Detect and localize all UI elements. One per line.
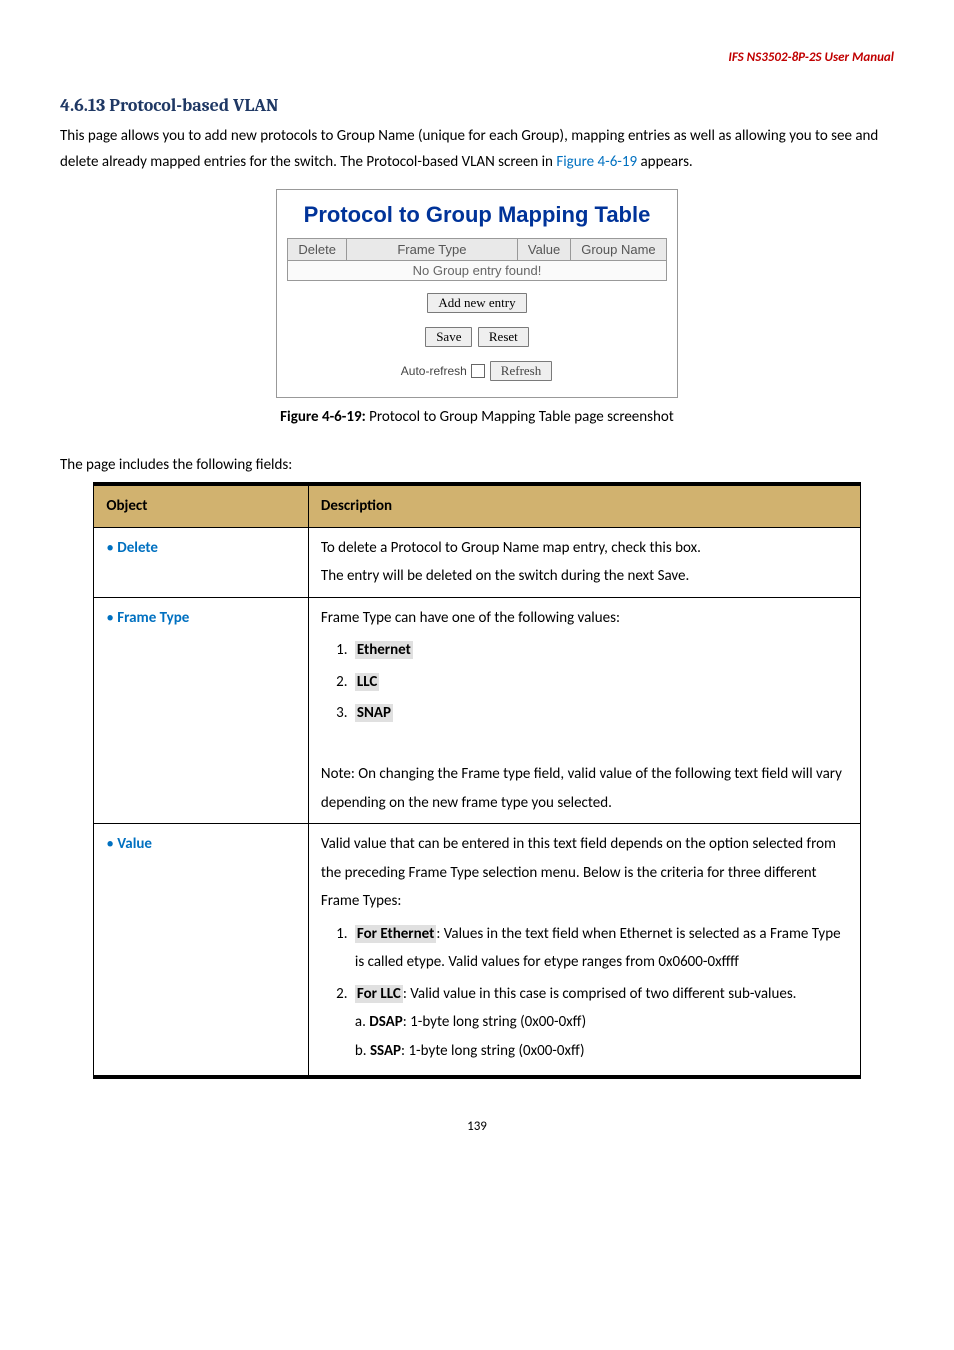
value-intro: Valid value that can be entered in this …	[321, 835, 836, 910]
reset-button[interactable]: Reset	[478, 327, 529, 347]
col-value: Value	[517, 239, 570, 261]
col-delete: Delete	[288, 239, 347, 261]
object-description-table: Object Description • Delete To delete a …	[93, 482, 860, 1079]
list-item: SNAP	[351, 699, 848, 728]
list-item: For Ethernet: Values in the text field w…	[351, 920, 848, 977]
value-li2a-key: DSAP	[369, 1013, 402, 1031]
figure-ref: Figure 4-6-19	[556, 153, 637, 171]
fields-intro: The page includes the following fields:	[60, 456, 894, 474]
figure-title: Protocol to Group Mapping Table	[277, 202, 677, 228]
value-li2-rest: : Valid value in this case is comprised …	[403, 985, 797, 1003]
figure-caption: Figure 4-6-19: Protocol to Group Mapping…	[60, 408, 894, 426]
table-row: • Delete To delete a Protocol to Group N…	[94, 527, 860, 597]
table-row: • Frame Type Frame Type can have one of …	[94, 597, 860, 824]
auto-refresh-checkbox[interactable]	[471, 364, 485, 378]
value-li2a-rest: : 1-byte long string (0x00-0xff)	[403, 1013, 586, 1031]
section-number: 4.6.13	[60, 95, 105, 116]
refresh-button[interactable]: Refresh	[490, 361, 552, 381]
caption-text: Protocol to Group Mapping Table page scr…	[366, 408, 674, 426]
value-li2b-rest: : 1-byte long string (0x00-0xff)	[401, 1042, 584, 1060]
save-button[interactable]: Save	[425, 327, 472, 347]
ft-item-3: SNAP	[355, 704, 393, 722]
col-frametype: Frame Type	[346, 239, 517, 261]
header-object: Object	[94, 484, 309, 527]
ft-item-2: LLC	[355, 673, 379, 691]
row-label-value: Value	[117, 835, 152, 853]
header-product: IFS NS3502-8P-2S User Manual	[60, 50, 894, 65]
row-label-delete: Delete	[117, 539, 158, 557]
value-li2-key: For LLC	[355, 985, 403, 1003]
header-description: Description	[308, 484, 860, 527]
col-groupname: Group Name	[571, 239, 666, 261]
list-item: Ethernet	[351, 636, 848, 665]
table-row: • Value Valid value that can be entered …	[94, 824, 860, 1078]
ft-item-1: Ethernet	[355, 641, 413, 659]
page-number: 139	[60, 1119, 894, 1134]
section-heading: 4.6.13 Protocol-based VLAN	[60, 95, 894, 116]
list-item: For LLC: Valid value in this case is com…	[351, 980, 848, 1066]
frametype-intro: Frame Type can have one of the following…	[321, 609, 620, 627]
add-new-entry-button[interactable]: Add new entry	[427, 293, 526, 313]
bullet-icon: •	[106, 835, 113, 853]
delete-line1: To delete a Protocol to Group Name map e…	[321, 539, 701, 557]
auto-refresh-label: Auto-refresh	[401, 364, 467, 378]
figure-screenshot: Protocol to Group Mapping Table Delete F…	[276, 189, 678, 398]
intro-part1: This page allows you to add new protocol…	[60, 127, 878, 171]
section-title-text: Protocol-based VLAN	[109, 95, 278, 116]
delete-line2: The entry will be deleted on the switch …	[321, 567, 689, 585]
value-li1-key: For Ethernet	[355, 925, 436, 943]
list-item: LLC	[351, 668, 848, 697]
section-intro: This page allows you to add new protocol…	[60, 124, 894, 175]
intro-part2: appears.	[637, 153, 693, 171]
value-li2b-key: SSAP	[370, 1042, 401, 1060]
empty-row: No Group entry found!	[288, 261, 666, 281]
frametype-note: Note: On changing the Frame type field, …	[321, 765, 842, 812]
bullet-icon: •	[106, 539, 113, 557]
bullet-icon: •	[106, 609, 113, 627]
caption-label: Figure 4-6-19:	[280, 408, 366, 426]
row-label-frametype: Frame Type	[117, 609, 189, 627]
mapping-table: Delete Frame Type Value Group Name No Gr…	[287, 238, 666, 281]
